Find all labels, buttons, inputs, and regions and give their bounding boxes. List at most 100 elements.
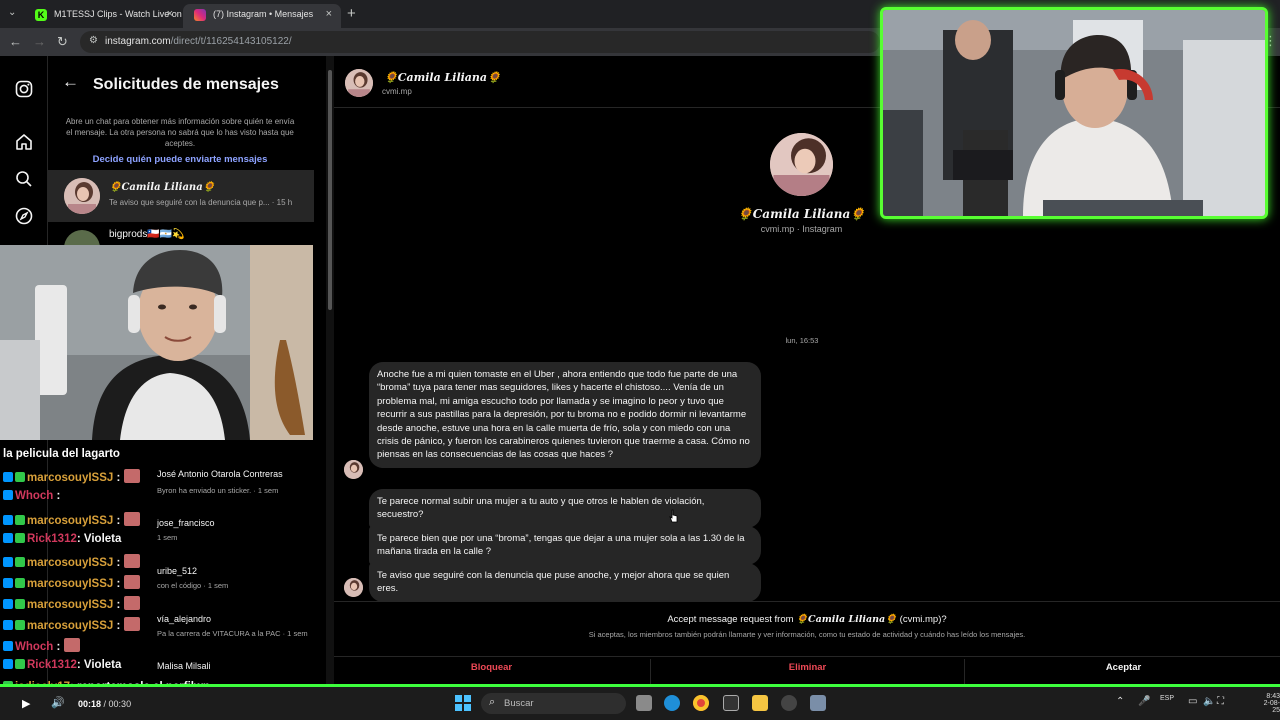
chat-text: : <box>116 557 121 569</box>
screen-icon[interactable]: ▭ <box>1188 696 1197 707</box>
chat-username: Rick1312 <box>27 659 77 671</box>
badge-icon <box>3 472 13 482</box>
tab-search-icon[interactable]: ⌄ <box>8 7 16 18</box>
taskbar-search[interactable]: ⌕ Buscar <box>481 693 626 714</box>
current-time: 00:18 <box>78 699 102 709</box>
divider <box>334 656 1280 657</box>
video-time: 00:18 / 00:30 <box>78 699 131 709</box>
new-tab-icon[interactable]: + <box>347 5 356 22</box>
contact-name[interactable]: vía_alejandro <box>157 614 211 624</box>
request-preview: Te aviso que seguiré con la denuncia que… <box>109 198 293 207</box>
settings-icon[interactable] <box>810 695 826 711</box>
system-clock[interactable]: 8:43 2-08-25 <box>1256 693 1280 714</box>
instagram-logo-icon[interactable] <box>14 80 34 100</box>
app-icon[interactable] <box>723 695 739 711</box>
emote-icon <box>123 596 140 610</box>
badge-icon <box>3 533 13 543</box>
emote-icon <box>123 575 140 589</box>
request-item[interactable]: 🌻Camila Liliana🌻 Te aviso que seguiré co… <box>48 170 314 222</box>
chat-header-name[interactable]: 🌻Camila Liliana🌻 <box>384 71 501 84</box>
url-text: instagram.com/direct/t/116254143105122/ <box>105 36 292 47</box>
contact-name[interactable]: Malisa Milsali <box>157 661 211 671</box>
badge-icon <box>15 620 25 630</box>
emote-icon <box>123 554 140 568</box>
contact-name[interactable]: José Antonio Otarola Contreras <box>157 469 283 479</box>
page-scrollbar[interactable] <box>326 56 334 686</box>
badge-icon <box>15 578 25 588</box>
site-info-icon[interactable]: ⚙ <box>89 35 98 46</box>
forward-icon[interactable]: → <box>33 34 46 49</box>
chat-message: marcosouyISSJ : <box>3 617 140 632</box>
chrome-icon[interactable] <box>693 695 709 711</box>
speaker-icon[interactable]: 🔈 <box>1203 696 1215 707</box>
badge-icon <box>15 599 25 609</box>
explore-icon[interactable] <box>14 207 34 227</box>
chat-text: : Violeta <box>76 659 122 671</box>
home-icon[interactable] <box>14 133 34 153</box>
chat-message: marcosouyISSJ : <box>3 596 140 611</box>
badge-icon <box>3 490 13 500</box>
contact-sub: Byron ha enviado un sticker. · 1 sem <box>157 486 279 495</box>
tab-close-icon[interactable]: × <box>326 8 332 20</box>
emote-icon <box>123 512 140 526</box>
reload-icon[interactable]: ↻ <box>57 34 68 50</box>
badge-icon <box>3 599 13 609</box>
search-icon[interactable] <box>14 170 34 190</box>
back-icon[interactable]: ← <box>9 34 22 49</box>
chat-message: marcosouyISSJ : <box>3 469 140 484</box>
tab-label: M1TESSJ Clips - Watch Live on <box>54 9 182 19</box>
chat-message: marcosouyISSJ : <box>3 512 140 527</box>
url-field[interactable]: ⚙ instagram.com/direct/t/116254143105122… <box>80 31 880 53</box>
chat-username: marcosouyISSJ <box>27 557 114 569</box>
contact-name[interactable]: jose_francisco <box>157 518 215 528</box>
contact-name[interactable]: uribe_512 <box>157 566 197 576</box>
accept-question: Accept message request from 🌻Camila Lili… <box>334 614 1280 625</box>
badge-icon <box>3 641 13 651</box>
profile-avatar[interactable] <box>770 133 833 196</box>
chevron-up-icon[interactable]: ⌃ <box>1116 696 1124 707</box>
obs-icon[interactable] <box>781 695 797 711</box>
windows-start-icon[interactable] <box>455 695 471 711</box>
screen: ⌄ K M1TESSJ Clips - Watch Live on × (7) … <box>0 0 1280 720</box>
badge-icon <box>15 533 25 543</box>
tab-close-icon[interactable]: × <box>167 8 173 20</box>
badge-icon <box>3 659 13 669</box>
tab-instagram[interactable]: (7) Instagram • Mensajes × <box>183 4 341 28</box>
delete-button[interactable]: Eliminar <box>650 659 965 686</box>
chat-text: : <box>116 599 121 611</box>
decide-who-link[interactable]: Decide quién puede enviarte mensajes <box>62 154 298 165</box>
chat-text: : <box>116 578 121 590</box>
back-arrow-icon[interactable]: ← <box>62 72 79 92</box>
chat-message: la pelicula del lagarto <box>3 448 120 460</box>
badge-icon <box>15 659 25 669</box>
task-view-icon[interactable] <box>636 695 652 711</box>
url-path: /direct/t/116254143105122/ <box>170 36 292 47</box>
search-placeholder: Buscar <box>504 698 534 709</box>
contact-sub: Pa la carrera de VITACURA a la PAC · 1 s… <box>157 629 308 638</box>
chat-text: : <box>56 490 61 502</box>
microphone-icon[interactable]: 🎤 <box>1138 696 1150 707</box>
panel-title: Solicitudes de mensajes <box>93 76 279 93</box>
chat-text: : <box>116 472 121 484</box>
chat-message: Whoch : <box>3 638 80 653</box>
badge-icon <box>3 578 13 588</box>
badge-icon <box>15 515 25 525</box>
avatar <box>64 178 100 214</box>
edge-icon[interactable] <box>664 695 680 711</box>
language-indicator[interactable]: ESP <box>1160 695 1174 702</box>
message-bubble: Te parece bien que por una “broma”, teng… <box>369 526 761 565</box>
volume-icon[interactable]: 🔊 <box>51 696 65 709</box>
badge-icon <box>3 557 13 567</box>
file-explorer-icon[interactable] <box>752 695 768 711</box>
scrollbar-thumb[interactable] <box>328 70 332 310</box>
sender-avatar <box>344 578 363 597</box>
tab-kick-clips[interactable]: K M1TESSJ Clips - Watch Live on × <box>24 4 182 28</box>
accept-button[interactable]: Aceptar <box>966 659 1280 686</box>
chat-message: marcosouyISSJ : <box>3 554 140 569</box>
avatar[interactable] <box>345 69 373 97</box>
fullscreen-icon[interactable]: ⛶ <box>1217 696 1224 707</box>
webcam-overlay-left <box>0 245 313 440</box>
play-icon[interactable]: ▶ <box>22 697 30 710</box>
block-button[interactable]: Bloquear <box>334 659 649 686</box>
total-time: / 00:30 <box>103 699 132 709</box>
